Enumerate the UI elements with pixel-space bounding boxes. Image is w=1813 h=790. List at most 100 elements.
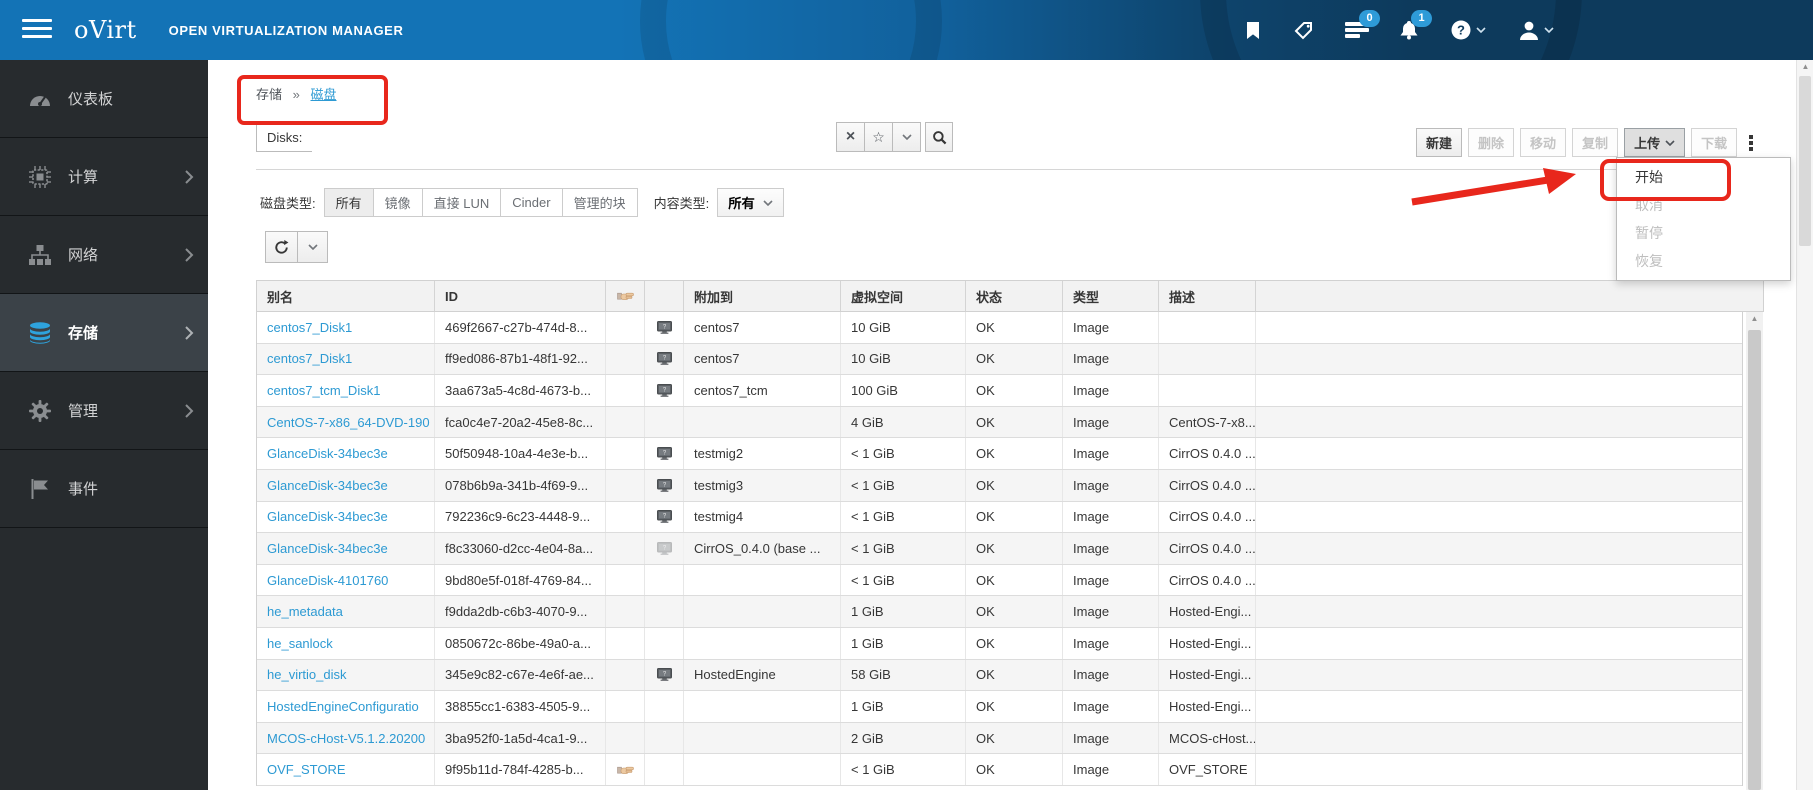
new-button[interactable]: 新建	[1416, 128, 1463, 157]
header-shareable-icon[interactable]	[606, 281, 645, 311]
header-virtual-size[interactable]: 虚拟空间	[841, 281, 966, 311]
table-row[interactable]: GlanceDisk-4101760 9bd80e5f-018f-4769-84…	[257, 564, 1742, 597]
download-button[interactable]: 下载	[1691, 128, 1738, 157]
upload-menu-pause[interactable]: 暂停	[1617, 219, 1790, 247]
disk-alias-link[interactable]: he_virtio_disk	[267, 667, 347, 682]
table-row[interactable]: OVF_STORE 9f95b11d-784f-4285-b... < 1 Gi…	[257, 754, 1742, 786]
table-row[interactable]: HostedEngineConfiguratio 38855cc1-6383-4…	[257, 691, 1742, 723]
sidebar-item-label: 事件	[68, 481, 99, 498]
upload-menu-cancel[interactable]: 取消	[1617, 191, 1790, 219]
disk-alias-link[interactable]: he_metadata	[267, 604, 343, 619]
disk-alias-link[interactable]: GlanceDisk-34bec3e	[267, 541, 388, 556]
disk-alias-link[interactable]: centos7_Disk1	[267, 320, 352, 335]
breadcrumb-current-disks-link[interactable]: 磁盘	[311, 87, 337, 102]
disk-alias-link[interactable]: GlanceDisk-34bec3e	[267, 446, 388, 461]
remove-button[interactable]: 删除	[1468, 128, 1515, 157]
search-button[interactable]	[925, 122, 953, 152]
move-button[interactable]: 移动	[1520, 128, 1567, 157]
table-row[interactable]: centos7_Disk1 ff9ed086-87b1-48f1-92... ?…	[257, 343, 1742, 376]
page-scrollbar[interactable]: ▲	[1796, 60, 1813, 790]
attached-to	[684, 722, 841, 754]
refresh-button[interactable]	[265, 231, 298, 263]
search-input[interactable]	[312, 122, 836, 152]
page-scrollbar-thumb[interactable]	[1799, 76, 1811, 246]
virtual-size: < 1 GiB	[841, 501, 966, 533]
copy-button[interactable]: 复制	[1572, 128, 1619, 157]
shareable-cell	[606, 438, 645, 469]
disk-type-managed-block[interactable]: 管理的块	[562, 188, 638, 217]
chevron-down-icon	[1665, 139, 1675, 146]
sidebar-item-events[interactable]: 事件	[0, 450, 208, 528]
header-type[interactable]: 类型	[1063, 281, 1159, 311]
table-row[interactable]: he_metadata f9dda2db-c6b3-4070-9... 1 Gi…	[257, 596, 1742, 628]
tasks-badge: 0	[1359, 10, 1380, 27]
disk-alias-link[interactable]: centos7_tcm_Disk1	[267, 383, 380, 398]
table-scrollbar-thumb[interactable]	[1748, 330, 1761, 790]
table-row[interactable]: centos7_Disk1 469f2667-c27b-474d-8... ? …	[257, 312, 1742, 344]
disk-alias-link[interactable]: MCOS-cHost-V5.1.2.20200	[267, 731, 425, 746]
sidebar-item-dashboard[interactable]: 仪表板	[0, 60, 208, 138]
header-alias[interactable]: 别名	[257, 281, 435, 311]
shareable-cell	[606, 501, 645, 533]
notifications-bell-icon[interactable]: 1	[1396, 10, 1432, 43]
table-row[interactable]: GlanceDisk-34bec3e f8c33060-d2cc-4e04-8a…	[257, 533, 1742, 565]
attached-to: testmig2	[684, 438, 841, 469]
header-attached-to[interactable]: 附加到	[684, 281, 841, 311]
attachment-icon-cell: ?	[645, 312, 684, 343]
disk-alias-link[interactable]: CentOS-7-x86_64-DVD-190	[267, 415, 430, 430]
header-description[interactable]: 描述	[1159, 281, 1256, 311]
attachment-icon-cell	[645, 627, 684, 659]
disk-alias-link[interactable]: he_sanlock	[267, 636, 333, 651]
help-menu[interactable]: ?	[1448, 17, 1488, 43]
scroll-up-arrow[interactable]: ▲	[1797, 62, 1813, 72]
attached-to: CirrOS_0.4.0 (base ...	[684, 533, 841, 564]
header-status[interactable]: 状态	[966, 281, 1063, 311]
shareable-cell	[606, 754, 645, 785]
disk-alias-link[interactable]: GlanceDisk-4101760	[267, 573, 388, 588]
disk-type-direct-lun[interactable]: 直接 LUN	[422, 188, 502, 217]
header-attachment-icon[interactable]	[645, 281, 684, 311]
table-row[interactable]: CentOS-7-x86_64-DVD-190 fca0c4e7-20a2-45…	[257, 406, 1742, 439]
menu-toggle-icon[interactable]	[22, 19, 52, 41]
search-history-chevron-button[interactable]	[893, 122, 921, 152]
sidebar-item-network[interactable]: 网络	[0, 216, 208, 294]
disk-alias-link[interactable]: GlanceDisk-34bec3e	[267, 509, 388, 524]
disk-alias-link[interactable]: OVF_STORE	[267, 762, 346, 777]
sidebar-item-storage[interactable]: 存储	[0, 294, 208, 372]
table-row[interactable]: GlanceDisk-34bec3e 078b6b9a-341b-4f69-9.…	[257, 469, 1742, 502]
table-row[interactable]: centos7_tcm_Disk1 3aa673a5-4c8d-4673-b..…	[257, 375, 1742, 407]
tag-icon[interactable]	[1292, 17, 1318, 43]
sidebar-item-label: 计算	[68, 169, 99, 186]
upload-menu-resume[interactable]: 恢复	[1617, 247, 1790, 275]
scroll-up-arrow[interactable]: ▲	[1746, 314, 1763, 324]
table-row[interactable]: he_virtio_disk 345e9c82-c67e-4e6f-ae... …	[257, 659, 1742, 692]
disk-alias-link[interactable]: centos7_Disk1	[267, 351, 352, 366]
disk-alias-link[interactable]: HostedEngineConfiguratio	[267, 699, 419, 714]
disk-type-all[interactable]: 所有	[323, 188, 374, 217]
search-clear-button[interactable]: ×	[837, 122, 865, 152]
kebab-menu-button[interactable]	[1743, 128, 1759, 157]
table-row[interactable]: MCOS-cHost-V5.1.2.20200 3ba952f0-1a5d-4c…	[257, 722, 1742, 755]
bookmark-icon[interactable]	[1240, 17, 1266, 43]
sidebar-item-administration[interactable]: 管理	[0, 372, 208, 450]
tasks-icon[interactable]: 0	[1344, 10, 1380, 43]
header-id[interactable]: ID	[435, 281, 606, 311]
table-row[interactable]: GlanceDisk-34bec3e 50f50948-10a4-4e3e-b.…	[257, 438, 1742, 470]
description: CirrOS 0.4.0 ...	[1159, 501, 1256, 533]
refresh-options-chevron-button[interactable]	[298, 231, 328, 263]
disk-type-image[interactable]: 镜像	[373, 188, 423, 217]
virtual-size: 100 GiB	[841, 375, 966, 406]
upload-menu-start[interactable]: 开始	[1617, 163, 1790, 191]
filler-cell	[1256, 723, 1742, 754]
content-type-dropdown[interactable]: 所有	[717, 188, 784, 217]
user-menu[interactable]	[1514, 17, 1558, 43]
upload-button[interactable]: 上传	[1624, 128, 1686, 157]
table-row[interactable]: GlanceDisk-34bec3e 792236c9-6c23-4448-9.…	[257, 501, 1742, 534]
table-row[interactable]: he_sanlock 0850672c-86be-49a0-a... 1 GiB…	[257, 627, 1742, 660]
disk-type-cinder[interactable]: Cinder	[501, 188, 563, 217]
table-scrollbar[interactable]: ▲	[1746, 312, 1763, 790]
disk-alias-link[interactable]: GlanceDisk-34bec3e	[267, 478, 388, 493]
sidebar-item-compute[interactable]: 计算	[0, 138, 208, 216]
search-bookmark-star-button[interactable]: ☆	[865, 122, 893, 152]
sidebar: 仪表板 计算 网络 存储 管理 事件	[0, 60, 208, 790]
